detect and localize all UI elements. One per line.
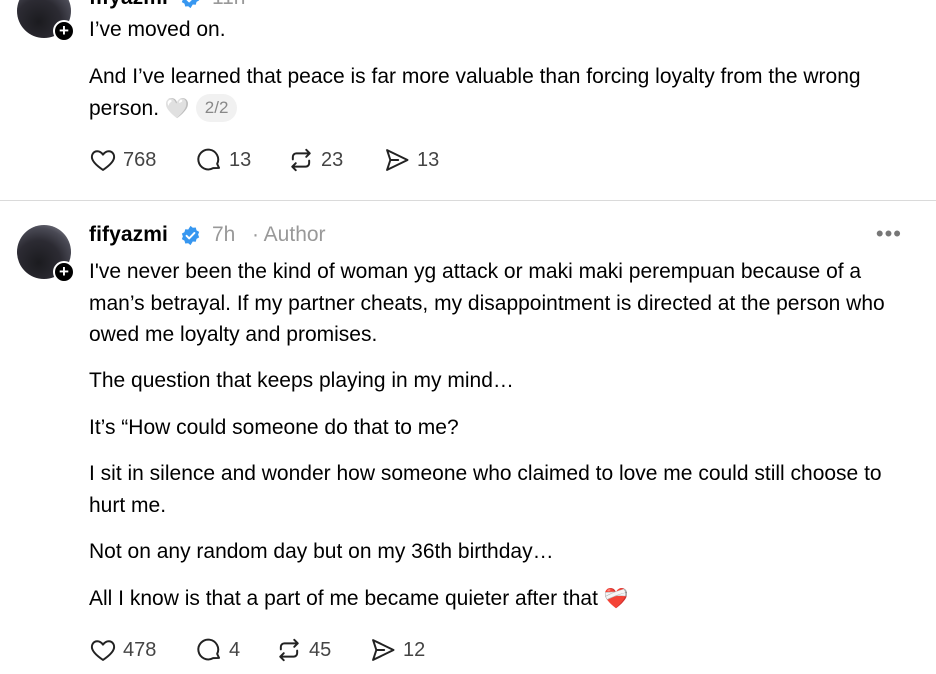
reply-button[interactable]: 13 — [195, 145, 251, 175]
like-count: 478 — [123, 638, 157, 661]
post-time[interactable]: 7h — [212, 223, 235, 247]
post-paragraph: Not on any random day but on my 36th bir… — [89, 540, 554, 563]
post-paragraph: I sit in silence and wonder how someone … — [89, 462, 882, 517]
post-paragraph: All I know is that a part of me became q… — [89, 583, 909, 616]
username[interactable]: fifyazmi — [89, 0, 168, 10]
author-label: · Author — [252, 223, 326, 246]
share-button[interactable]: 13 — [383, 145, 439, 175]
post-time[interactable]: 11h — [212, 0, 245, 10]
username[interactable]: fifyazmi — [89, 223, 168, 247]
repost-button[interactable]: 23 — [287, 145, 343, 175]
verified-badge-icon — [181, 0, 200, 9]
post-paragraph: I've never been the kind of woman yg att… — [89, 260, 885, 346]
repost-count: 45 — [309, 638, 332, 661]
thread-page-badge: 2/2 — [195, 93, 238, 122]
comment-icon — [197, 638, 221, 661]
avatar[interactable]: + — [17, 225, 75, 283]
post-author-reply: + fifyazmi 7h · Author ••• I've never be… — [0, 201, 936, 674]
comment-icon — [197, 148, 221, 171]
heart-icon — [90, 150, 116, 171]
mending-heart-icon: ❤️‍🩹 — [603, 588, 629, 610]
more-options-icon[interactable]: ••• — [876, 221, 902, 247]
share-icon — [372, 639, 395, 661]
follow-plus-icon[interactable]: + — [53, 261, 75, 283]
share-button[interactable]: 12 — [369, 635, 425, 665]
white-heart-icon: 🤍 — [164, 97, 190, 120]
verified-badge-icon — [181, 225, 200, 246]
post-paragraph: The question that keeps playing in my mi… — [89, 369, 514, 392]
post-paragraph: It’s “How could someone do that to me? — [89, 416, 459, 439]
avatar[interactable]: + — [17, 0, 75, 42]
paragraph-text: All I know is that a part of me became q… — [89, 587, 598, 610]
post-paragraph: I’ve moved on. — [89, 18, 226, 41]
reply-count: 13 — [229, 148, 252, 171]
like-count: 768 — [123, 148, 157, 171]
like-button[interactable]: 768 — [89, 145, 156, 175]
repost-icon — [291, 148, 311, 172]
repost-button[interactable]: 45 — [275, 635, 331, 665]
reply-button[interactable]: 4 — [195, 635, 240, 665]
share-count: 13 — [417, 148, 440, 171]
follow-plus-icon[interactable]: + — [53, 20, 75, 42]
heart-icon — [90, 640, 116, 661]
like-button[interactable]: 478 — [89, 635, 156, 665]
repost-icon — [279, 638, 299, 662]
share-icon — [386, 149, 409, 171]
reply-count: 4 — [229, 638, 241, 661]
post-paragraph: And I’ve learned that peace is far more … — [89, 61, 909, 125]
repost-count: 23 — [321, 148, 344, 171]
post-previous: + fifyazmi 11h I’ve moved on. And I’ve l… — [0, 0, 936, 200]
share-count: 12 — [403, 638, 426, 661]
